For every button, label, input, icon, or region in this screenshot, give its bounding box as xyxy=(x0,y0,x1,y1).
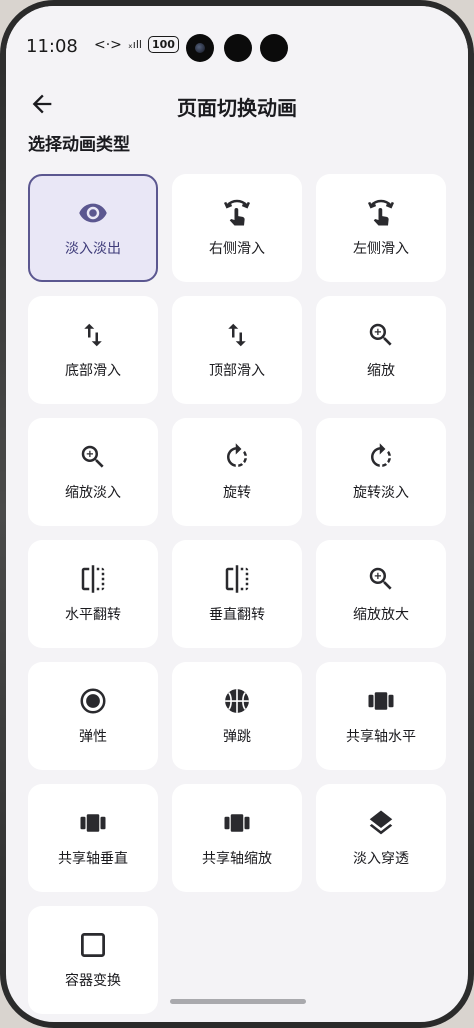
animation-option-card[interactable]: 右侧滑入 xyxy=(172,174,302,282)
zoom-in-icon xyxy=(369,323,392,346)
animation-option-label: 共享轴缩放 xyxy=(202,851,272,867)
animation-option-label: 淡入淡出 xyxy=(65,241,121,257)
rotate-icon xyxy=(371,443,391,467)
layers-icon xyxy=(369,810,393,835)
animation-option-label: 左侧滑入 xyxy=(353,241,409,257)
animation-option-label: 缩放淡入 xyxy=(65,485,121,501)
animation-option-card[interactable]: 缩放放大 xyxy=(316,540,446,648)
animation-option-card[interactable]: 淡入淡出 xyxy=(28,174,158,282)
battery-icon: 100 xyxy=(147,36,179,53)
device-frame: 11:08 <·> ₓıll 100 页面切换动画 选择动画类型 淡入淡出 右侧滑… xyxy=(0,0,474,1028)
flip-icon xyxy=(225,565,249,593)
animation-option-label: 旋转 xyxy=(223,485,251,501)
animation-option-label: 水平翻转 xyxy=(65,607,121,623)
animation-option-card[interactable]: 淡入穿透 xyxy=(316,784,446,892)
screen: 11:08 <·> ₓıll 100 页面切换动画 选择动画类型 淡入淡出 右侧滑… xyxy=(6,6,468,1022)
animation-option-label: 共享轴垂直 xyxy=(58,851,128,867)
animation-option-card[interactable]: 顶部滑入 xyxy=(172,296,302,404)
animation-option-label: 旋转淡入 xyxy=(353,485,409,501)
zoom-in-icon xyxy=(81,445,104,468)
animation-option-card[interactable]: 共享轴水平 xyxy=(316,662,446,770)
signal-icon: ₓıll xyxy=(127,38,142,51)
status-bar: 11:08 <·> ₓıll 100 xyxy=(6,6,468,78)
view-column-icon xyxy=(224,814,250,832)
animation-option-label: 右侧滑入 xyxy=(209,241,265,257)
animation-option-label: 淡入穿透 xyxy=(353,851,409,867)
view-column-icon xyxy=(368,692,394,710)
animation-option-card[interactable]: 旋转淡入 xyxy=(316,418,446,526)
animation-option-label: 垂直翻转 xyxy=(209,607,265,623)
animation-option-label: 弹跳 xyxy=(223,729,251,745)
animation-option-card[interactable]: 旋转 xyxy=(172,418,302,526)
animation-option-label: 底部滑入 xyxy=(65,363,121,379)
animation-grid: 淡入淡出 右侧滑入 左侧滑入底部滑入 顶部滑入 缩放缩放淡入 旋转 旋转淡入水平翻转 垂直翻转… xyxy=(28,174,448,1014)
status-icons: <·> ₓıll 100 xyxy=(94,36,179,53)
animation-option-card[interactable]: 垂直翻转 xyxy=(172,540,302,648)
view-column-icon xyxy=(80,814,106,832)
home-indicator[interactable] xyxy=(170,999,306,1004)
square-outline-icon xyxy=(81,933,105,957)
swap-vertical-icon xyxy=(84,323,102,347)
app-bar: 页面切换动画 xyxy=(6,78,468,134)
animation-option-card[interactable]: 弹性 xyxy=(28,662,158,770)
swap-vertical-icon xyxy=(228,323,246,347)
eye-icon xyxy=(79,203,107,223)
animation-option-card[interactable]: 左侧滑入 xyxy=(316,174,446,282)
animation-option-card[interactable]: 容器变换 xyxy=(28,906,158,1014)
camera-lens-icon xyxy=(186,34,214,62)
radio-target-icon xyxy=(80,688,106,714)
animation-option-label: 顶部滑入 xyxy=(209,363,265,379)
animation-option-card[interactable]: 弹跳 xyxy=(172,662,302,770)
animation-option-label: 缩放 xyxy=(367,363,395,379)
swipe-gesture-icon xyxy=(223,199,251,226)
animation-option-label: 容器变换 xyxy=(65,973,121,989)
animation-option-card[interactable]: 缩放淡入 xyxy=(28,418,158,526)
rotate-icon xyxy=(227,443,247,467)
camera-cutout xyxy=(260,34,288,62)
animation-option-label: 共享轴水平 xyxy=(346,729,416,745)
status-time: 11:08 xyxy=(26,36,78,57)
basketball-icon xyxy=(225,689,249,713)
page-title: 页面切换动画 xyxy=(177,96,297,120)
animation-option-card[interactable]: 底部滑入 xyxy=(28,296,158,404)
network-icon: <·> xyxy=(94,36,122,53)
swipe-gesture-icon xyxy=(367,199,395,226)
flip-icon xyxy=(81,565,105,593)
animation-option-label: 弹性 xyxy=(79,729,107,745)
animation-option-card[interactable]: 水平翻转 xyxy=(28,540,158,648)
animation-option-card[interactable]: 缩放 xyxy=(316,296,446,404)
camera-cutout xyxy=(224,34,252,62)
animation-option-card[interactable]: 共享轴缩放 xyxy=(172,784,302,892)
section-label: 选择动画类型 xyxy=(28,135,130,155)
animation-option-label: 缩放放大 xyxy=(353,607,409,623)
animation-option-card[interactable]: 共享轴垂直 xyxy=(28,784,158,892)
zoom-in-icon xyxy=(369,567,392,590)
